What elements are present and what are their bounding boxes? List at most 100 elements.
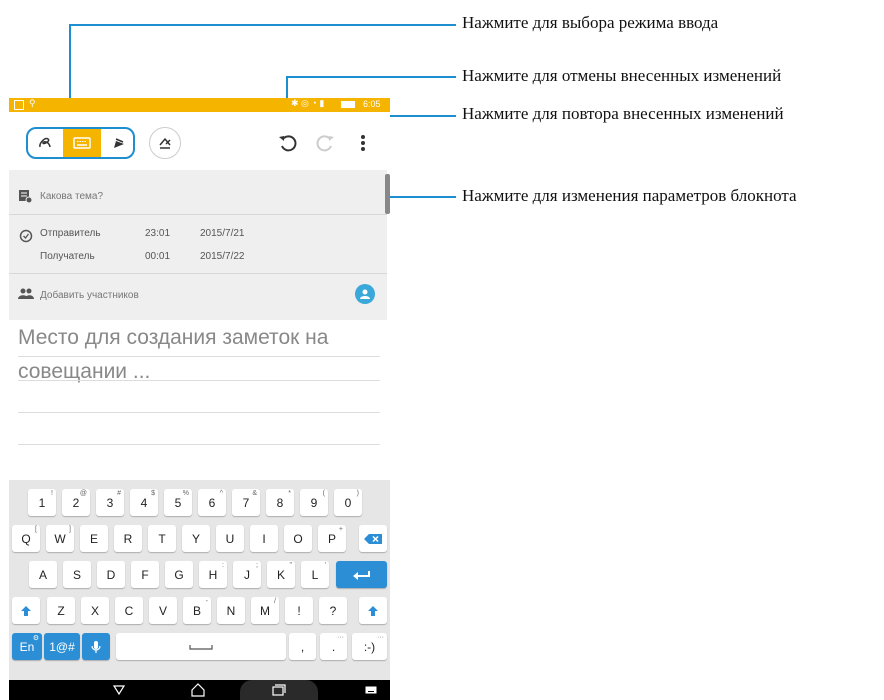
recent-apps-button[interactable] [240, 680, 318, 700]
key-0[interactable]: 0) [334, 489, 362, 516]
on-screen-keyboard: 1! 2 @3 #4 $5% 6 ^ 7 & 8 * 9(0) Q[W] E R T Y U I O P + ASDFG… [9, 480, 390, 680]
key-l[interactable]: L ' [301, 561, 329, 588]
sender-time[interactable]: 23:01 [145, 228, 170, 239]
note-rule [18, 380, 380, 381]
language-key[interactable]: En ⚙ [12, 633, 42, 660]
key-label: A [38, 567, 47, 582]
backspace-key[interactable] [359, 525, 387, 552]
key-o[interactable]: O [284, 525, 312, 552]
key-label: S [72, 567, 81, 582]
add-participant-button[interactable] [355, 284, 375, 304]
battery-icon [341, 101, 355, 108]
key-label: R [123, 531, 133, 546]
sender-date[interactable]: 2015/7/21 [200, 228, 245, 239]
key-z[interactable]: Z [47, 597, 75, 624]
key-c[interactable]: C [115, 597, 143, 624]
key-g[interactable]: G [165, 561, 193, 588]
enter-key[interactable] [336, 561, 387, 588]
key-i[interactable]: I [250, 525, 278, 552]
key-alt-label: ' [324, 562, 326, 569]
key-9[interactable]: 9( [300, 489, 328, 516]
back-icon[interactable] [113, 685, 125, 695]
note-rule [18, 444, 380, 445]
key-label: 3 [106, 495, 114, 510]
key-alt-label: @ [79, 490, 87, 497]
key-alt-label: + [338, 526, 343, 533]
recipient-time[interactable]: 00:01 [145, 251, 170, 262]
voice-input-key[interactable] [82, 633, 110, 660]
key-alt-label: ; [256, 562, 258, 569]
key-s[interactable]: S [63, 561, 91, 588]
shift-key-left[interactable] [12, 597, 40, 624]
comma-key[interactable]: , [289, 633, 316, 660]
keyboard-mode-button[interactable] [63, 129, 101, 157]
key-label: ? [329, 603, 337, 618]
key-5[interactable]: 5% [164, 489, 192, 516]
key-label: 8 [276, 495, 284, 510]
recipient-date[interactable]: 2015/7/22 [200, 251, 245, 262]
handwriting-icon [39, 137, 51, 148]
handwriting-mode-button[interactable] [28, 129, 62, 157]
key-t[interactable]: T [148, 525, 176, 552]
key-3[interactable]: 3 # [96, 489, 124, 516]
key-8[interactable]: 8 * [266, 489, 294, 516]
key-k[interactable]: K " [267, 561, 295, 588]
key-alt-label: / [274, 598, 276, 605]
key-f[interactable]: F [131, 561, 159, 588]
key-7[interactable]: 7 & [232, 489, 260, 516]
key-u[interactable]: U [216, 525, 244, 552]
draw-button[interactable] [149, 127, 181, 159]
key-r[interactable]: R [114, 525, 142, 552]
key-![interactable]: ! [285, 597, 313, 624]
pen-mode-button[interactable] [102, 129, 133, 157]
settings-mini-icon: ⚙ [32, 635, 39, 642]
callout-undo: Нажмите для отмены внесенных изменений [462, 66, 782, 85]
home-icon[interactable] [191, 683, 205, 697]
key-label: 9 [310, 495, 318, 510]
redo-icon [316, 135, 334, 152]
key-m[interactable]: M / [251, 597, 279, 624]
space-key[interactable] [116, 633, 286, 660]
key-w[interactable]: W] [46, 525, 74, 552]
key-j[interactable]: J; [233, 561, 261, 588]
key-n[interactable]: N [217, 597, 245, 624]
key-d[interactable]: D [97, 561, 125, 588]
shift-key-right[interactable] [359, 597, 387, 624]
key-6[interactable]: 6 ^ [198, 489, 226, 516]
key-h[interactable]: H: [199, 561, 227, 588]
scrollbar[interactable] [385, 174, 390, 214]
meeting-info: Какова тема? Отправитель 23:01 2015/7/21… [9, 170, 387, 320]
key-a[interactable]: A [29, 561, 57, 588]
key-q[interactable]: Q[ [12, 525, 40, 552]
key-?[interactable]: ? [319, 597, 347, 624]
keyboard-icon [73, 137, 91, 149]
key-y[interactable]: Y [182, 525, 210, 552]
topic-input[interactable]: Какова тема? [40, 191, 103, 202]
key-v[interactable]: V [149, 597, 177, 624]
key-p[interactable]: P + [318, 525, 346, 552]
notes-area[interactable]: Место для создания заметок на совещании … [9, 320, 390, 480]
undo-button[interactable] [275, 130, 301, 156]
key-x[interactable]: X [81, 597, 109, 624]
key-2[interactable]: 2 @ [62, 489, 90, 516]
key-alt-label: ] [69, 526, 71, 533]
usb-icon: ⚲ [29, 98, 36, 108]
more-options-button[interactable] [354, 130, 372, 156]
symbols-key[interactable]: 1@# [44, 633, 80, 660]
key-alt-label: ( [322, 490, 325, 497]
notification-icon [14, 100, 24, 110]
key-alt-label: & [252, 490, 257, 497]
period-key[interactable]: . ··· [320, 633, 347, 660]
key-e[interactable]: E [80, 525, 108, 552]
keyboard-switch-icon[interactable] [365, 686, 377, 694]
key-b[interactable]: B- [183, 597, 211, 624]
callout-settings: Нажмите для изменения параметров блокнот… [462, 186, 797, 205]
key-label: W [54, 531, 66, 546]
space-icon [189, 644, 213, 650]
add-participants-input[interactable]: Добавить участников [40, 290, 139, 301]
emoticon-key[interactable]: :-) ··· [352, 633, 387, 660]
key-4[interactable]: 4 $ [130, 489, 158, 516]
key-1[interactable]: 1! [28, 489, 56, 516]
callout-input-mode: Нажмите для выбора режима ввода [462, 13, 719, 32]
redo-button[interactable] [312, 130, 338, 156]
